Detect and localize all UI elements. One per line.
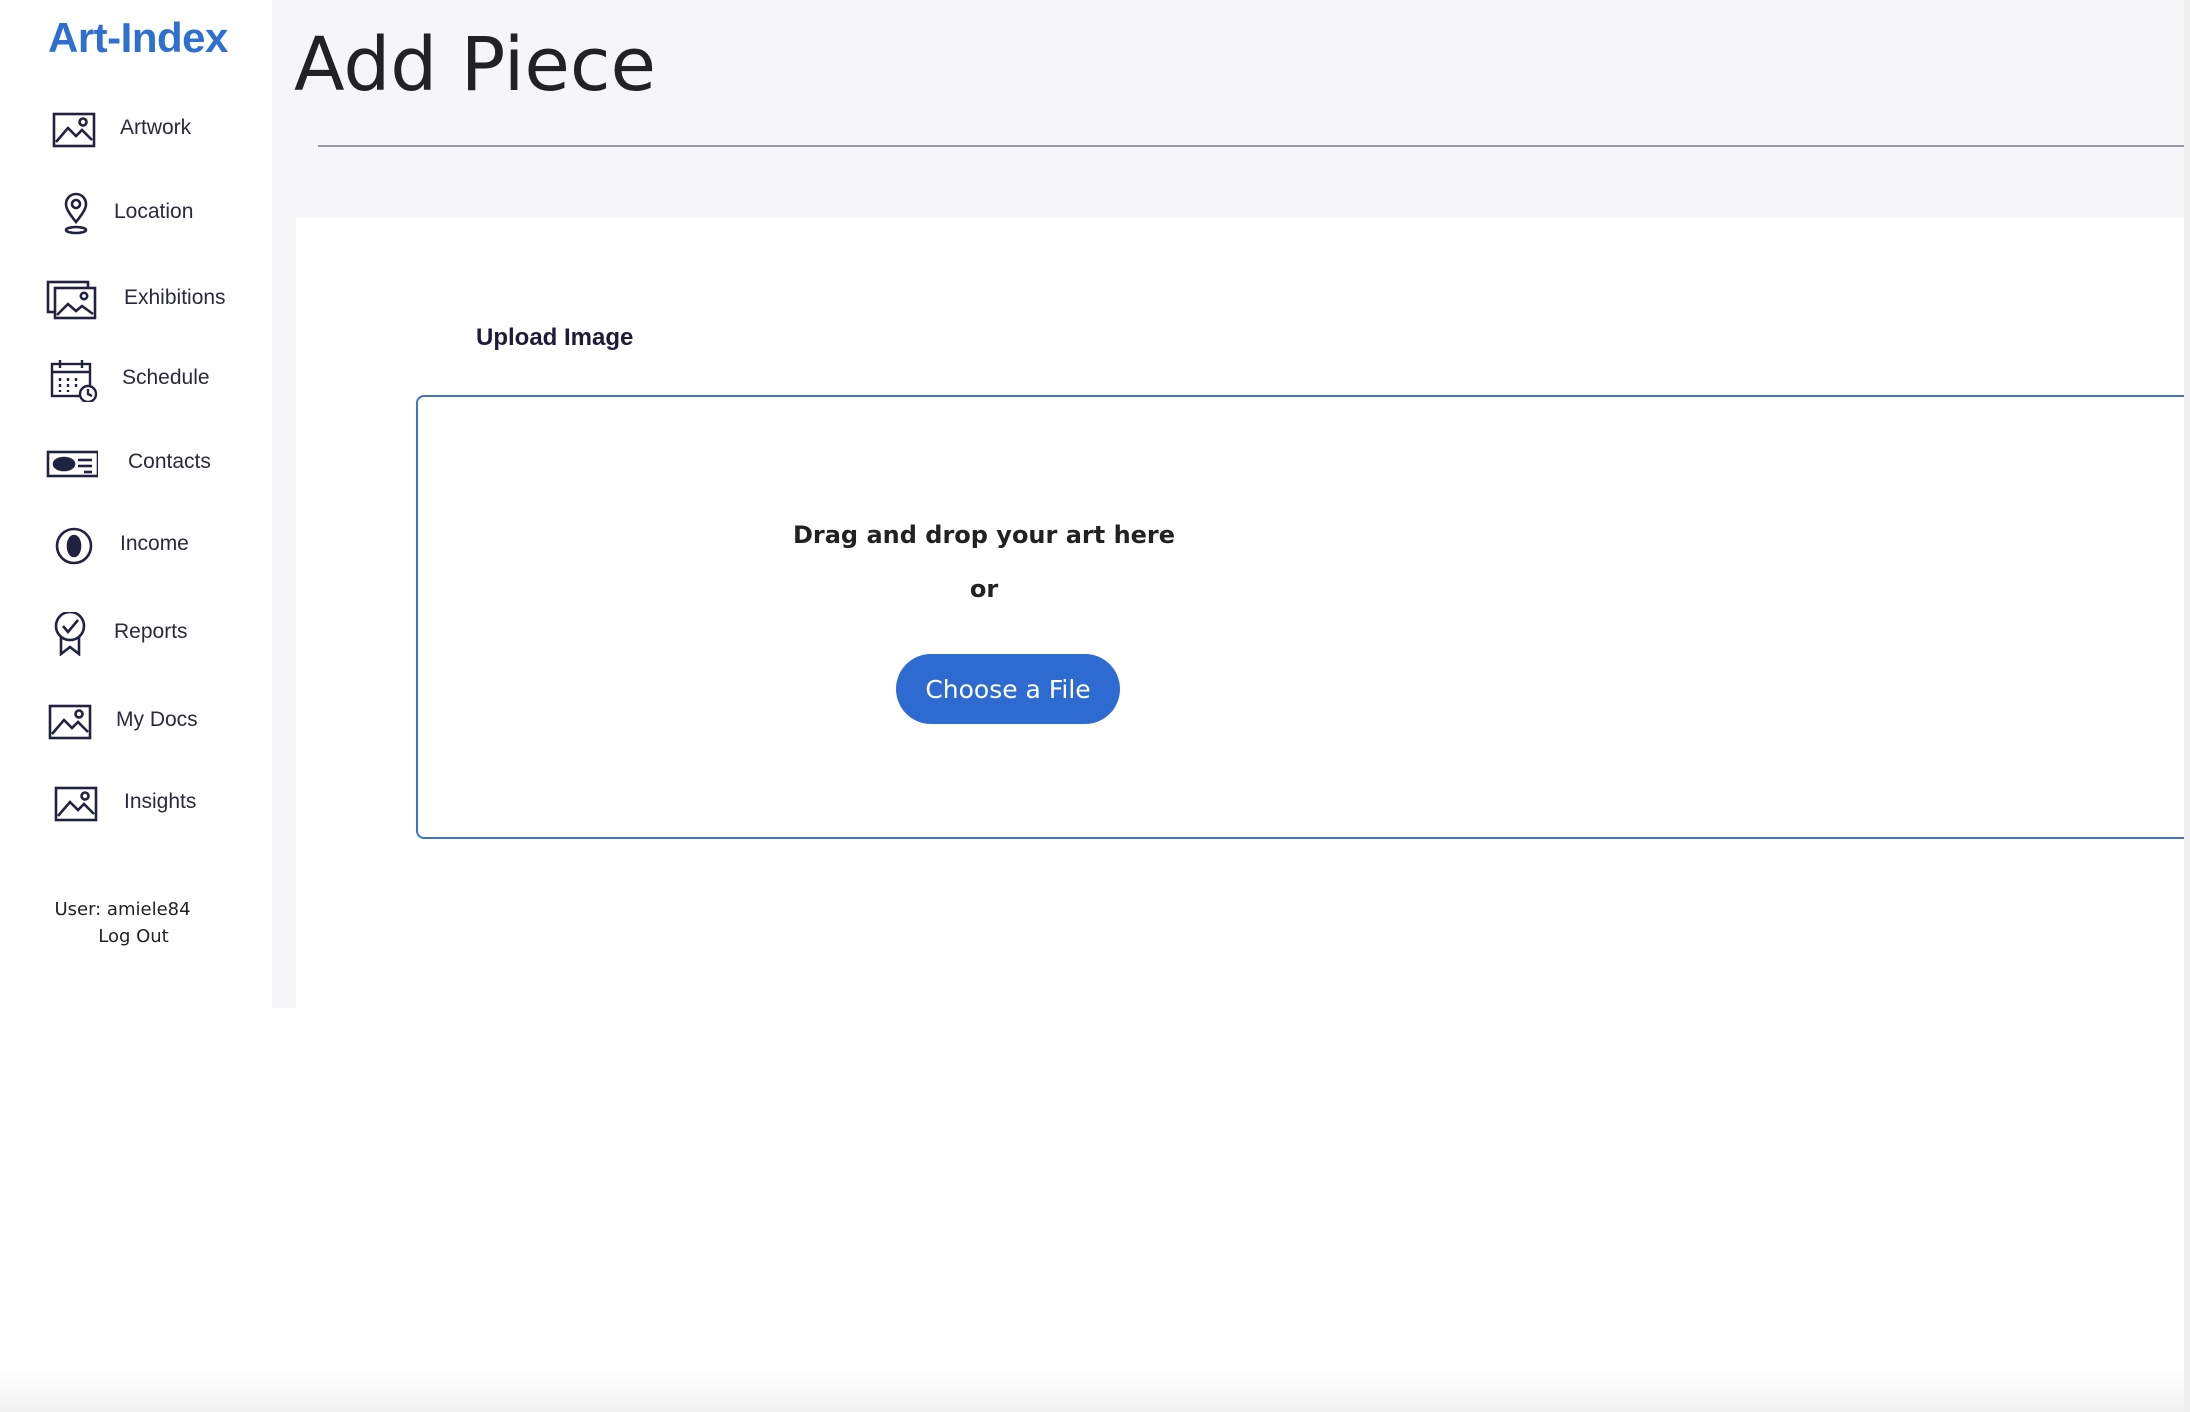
coin-icon: [50, 524, 102, 568]
file-dropzone[interactable]: Drag and drop your art here or Choose a …: [416, 395, 2190, 839]
badge-check-icon: [48, 610, 100, 657]
sidebar-item-label: Reports: [114, 620, 188, 643]
sidebar-item-exhibitions[interactable]: Exhibitions: [44, 270, 264, 330]
logout-link[interactable]: Log Out: [0, 923, 245, 950]
sidebar-item-location[interactable]: Location: [44, 184, 264, 244]
sidebar-item-contacts[interactable]: Contacts: [44, 434, 264, 494]
title-divider: [318, 145, 2190, 147]
sidebar-item-artwork[interactable]: Artwork: [44, 100, 264, 160]
sidebar: Art-Index Artwork Location Exhibitions S…: [0, 0, 272, 1008]
choose-file-button[interactable]: Choose a File: [896, 654, 1120, 724]
sidebar-item-insights[interactable]: Insights: [44, 774, 264, 834]
sidebar-item-schedule[interactable]: Schedule: [44, 350, 264, 410]
dropzone-or-text: or: [969, 575, 999, 603]
sidebar-item-label: Schedule: [122, 366, 210, 389]
bottom-edge: [0, 1370, 2184, 1412]
sidebar-item-label: Income: [120, 532, 189, 555]
sidebar-item-income[interactable]: Income: [44, 516, 264, 576]
sidebar-item-label: Exhibitions: [124, 286, 226, 309]
sidebar-item-label: Artwork: [120, 116, 192, 139]
user-label: User: amiele84: [54, 899, 191, 920]
app-logo[interactable]: Art-Index: [48, 14, 228, 62]
image-icon: [46, 700, 98, 744]
calendar-clock-icon: [48, 358, 100, 404]
sidebar-item-label: My Docs: [116, 708, 198, 731]
user-info: User: amiele84 Log Out: [0, 896, 245, 950]
dropzone-text: Drag and drop your art here: [792, 521, 1176, 549]
gallery-icon: [46, 278, 98, 322]
page-title: Add Piece: [294, 22, 657, 108]
main-content: Add Piece Upload Image Drag and drop you…: [272, 0, 2190, 1008]
map-pin-icon: [50, 192, 102, 236]
sidebar-item-reports[interactable]: Reports: [44, 604, 264, 664]
upload-image-label: Upload Image: [476, 324, 634, 351]
upload-card: Upload Image Drag and drop your art here…: [296, 218, 2190, 1008]
sidebar-item-label: Location: [114, 200, 194, 223]
sidebar-item-label: Insights: [124, 790, 197, 813]
dropzone-content: Drag and drop your art here or Choose a …: [418, 397, 1550, 837]
app-window: Art-Index Artwork Location Exhibitions S…: [0, 0, 2190, 1412]
image-icon: [50, 108, 102, 152]
window-edge: [2184, 0, 2190, 1412]
sidebar-item-label: Contacts: [128, 450, 211, 473]
image-icon: [52, 782, 104, 826]
sidebar-item-my-docs[interactable]: My Docs: [44, 692, 264, 752]
id-card-icon: [46, 442, 100, 486]
